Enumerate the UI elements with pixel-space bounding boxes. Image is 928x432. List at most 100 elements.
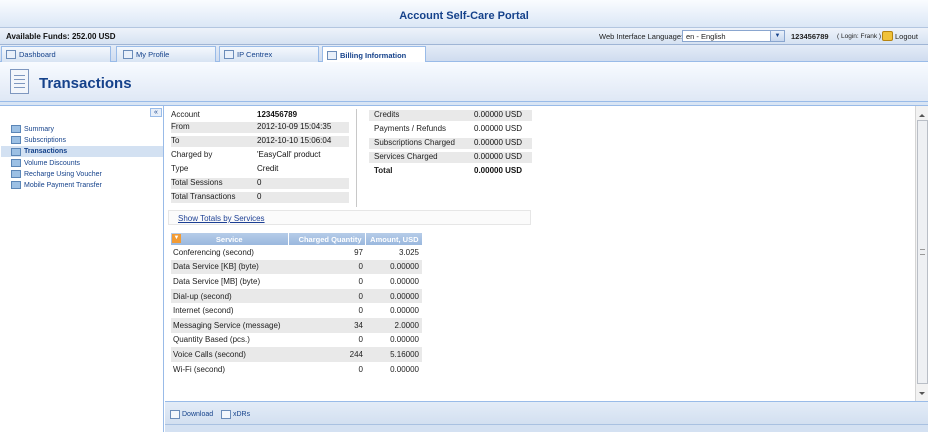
column-header-quantity[interactable]: Charged Quantity	[288, 233, 366, 245]
quantity-cell: 0	[358, 276, 363, 286]
info-bar: Available Funds: 252.00 USD Web Interfac…	[0, 28, 928, 45]
quantity-cell: 34	[288, 317, 365, 333]
amount-cell: 0.00000	[390, 276, 419, 286]
amount-cell: 0.00000	[365, 259, 422, 275]
service-cell: Dial-up (second)	[171, 288, 288, 304]
service-cell: Internet (second)	[173, 306, 234, 316]
column-separator	[356, 109, 357, 207]
total-label: Payments / Refunds	[374, 124, 447, 133]
xdrs-label: xDRs	[233, 411, 251, 418]
page-title: Transactions	[39, 75, 132, 92]
table-row: Data Service [MB] (byte) 0 0.00000	[171, 274, 422, 289]
column-header-amount[interactable]: Amount, USD	[365, 233, 423, 245]
xdrs-button[interactable]: xDRs	[221, 410, 250, 419]
detail-row: Total Transactions 0	[171, 192, 349, 203]
detail-value: 0	[257, 178, 262, 187]
logout-button[interactable]: Logout	[882, 31, 918, 41]
logout-label: Logout	[895, 31, 918, 41]
tab-my-profile[interactable]: My Profile	[116, 46, 216, 62]
detail-value: 'EasyCall' product	[257, 150, 321, 159]
detail-value: Credit	[257, 164, 279, 173]
table-row: Dial-up (second) 0 0.00000	[171, 288, 422, 304]
tab-billing-information[interactable]: Billing Information	[322, 46, 426, 63]
detail-label: To	[171, 136, 180, 145]
total-value: 0.00000 USD	[474, 110, 523, 119]
service-cell: Wi-Fi (second)	[173, 364, 226, 374]
available-funds: Available Funds: 252.00 USD	[6, 32, 116, 41]
sidebar-item-volume-discounts[interactable]: Volume Discounts	[11, 158, 80, 168]
amount-cell: 2.0000	[365, 317, 422, 333]
detail-row: Type Credit	[171, 164, 349, 175]
detail-label: Total Sessions	[171, 178, 223, 187]
detail-value: 2012-10-09 15:04:35	[257, 122, 332, 131]
amount-cell: 0.00000	[365, 288, 422, 304]
services-table: ▼ Service Charged Quantity Amount, USD C…	[171, 233, 423, 376]
quantity-cell: 0	[288, 288, 365, 304]
detail-value: 123456789	[257, 110, 298, 119]
quantity-cell: 0	[288, 259, 365, 275]
total-value: 0.00000 USD	[474, 124, 523, 133]
sidebar-item-mobile-payment[interactable]: Mobile Payment Transfer	[11, 180, 102, 190]
sidebar-item-label: Volume Discounts	[24, 159, 81, 167]
sidebar-item-label: Mobile Payment Transfer	[24, 181, 102, 189]
total-row: Subscriptions Charged 0.00000 USD	[369, 138, 532, 149]
quantity-cell: 244	[288, 347, 365, 362]
detail-label: Total Transactions	[171, 192, 236, 201]
sidebar-item-label: Subscriptions	[24, 136, 67, 144]
vertical-scrollbar[interactable]	[915, 106, 928, 401]
download-label: Download	[182, 411, 214, 418]
document-icon	[327, 50, 337, 60]
sidebar-item-summary[interactable]: Summary	[11, 124, 54, 134]
sidebar-item-subscriptions[interactable]: Subscriptions	[11, 135, 66, 145]
quantity-cell: 0	[358, 306, 363, 316]
table-row: Internet (second) 0 0.00000	[171, 303, 422, 318]
chevron-down-icon[interactable]: ▼	[770, 31, 784, 41]
detail-label: Account	[171, 110, 200, 119]
column-header-service[interactable]: ▼ Service	[171, 233, 289, 245]
tab-dashboard[interactable]: Dashboard	[1, 46, 111, 62]
sidebar-item-recharge-voucher[interactable]: Recharge Using Voucher	[11, 169, 102, 179]
main-content: Account 123456789 From 2012-10-09 15:04:…	[165, 106, 915, 401]
scrollbar-thumb[interactable]	[917, 120, 928, 384]
amount-cell: 0.00000	[390, 306, 419, 316]
table-row: Wi-Fi (second) 0 0.00000	[171, 362, 422, 377]
amount-cell: 0.00000	[390, 364, 419, 374]
quantity-cell: 97	[354, 247, 363, 257]
amount-cell: 5.16000	[365, 347, 422, 362]
lock-icon	[882, 31, 893, 41]
sidebar-item-label: Transactions	[24, 148, 68, 155]
quantity-cell: 0	[358, 364, 363, 374]
scroll-up-arrow-icon[interactable]	[919, 114, 925, 117]
sidebar-item-transactions[interactable]: Transactions	[1, 146, 163, 157]
bottom-toolbar: Download xDRs	[165, 401, 928, 432]
detail-row: Charged by 'EasyCall' product	[171, 150, 349, 161]
detail-label: Charged by	[171, 150, 213, 159]
refresh-icon	[11, 136, 21, 144]
scroll-down-arrow-icon[interactable]	[919, 392, 925, 395]
column-header-label: Service	[215, 234, 243, 244]
discount-icon	[11, 159, 21, 167]
service-cell: Conferencing (second)	[173, 247, 254, 257]
service-cell: Voice Calls (second)	[171, 347, 288, 362]
table-row: Quantity Based (pcs.) 0 0.00000	[171, 333, 422, 348]
show-totals-by-services-link[interactable]: Show Totals by Services	[178, 214, 265, 223]
network-icon	[224, 50, 234, 59]
total-row: Credits 0.00000 USD	[369, 110, 532, 121]
total-row: Payments / Refunds 0.00000 USD	[369, 124, 532, 135]
total-label: Total	[374, 166, 393, 175]
detail-row: From 2012-10-09 15:04:35	[171, 122, 349, 133]
window-title: Account Self-Care Portal	[399, 10, 529, 22]
tab-label: Dashboard	[19, 50, 56, 59]
detail-value: 2012-10-10 15:06:04	[257, 136, 332, 145]
voucher-icon	[11, 170, 21, 178]
total-label: Subscriptions Charged	[374, 138, 455, 147]
collapse-sidebar-button[interactable]: «	[150, 108, 162, 117]
footer-strip	[165, 424, 928, 432]
amount-cell: 0.00000	[390, 335, 419, 345]
language-select[interactable]: en - English ▼	[682, 30, 785, 42]
detail-label: Type	[171, 164, 189, 173]
tab-ip-centrex[interactable]: IP Centrex	[219, 46, 319, 62]
download-button[interactable]: Download	[170, 410, 213, 419]
title-bar: Account Self-Care Portal	[0, 0, 928, 28]
sort-down-icon[interactable]: ▼	[172, 234, 181, 243]
